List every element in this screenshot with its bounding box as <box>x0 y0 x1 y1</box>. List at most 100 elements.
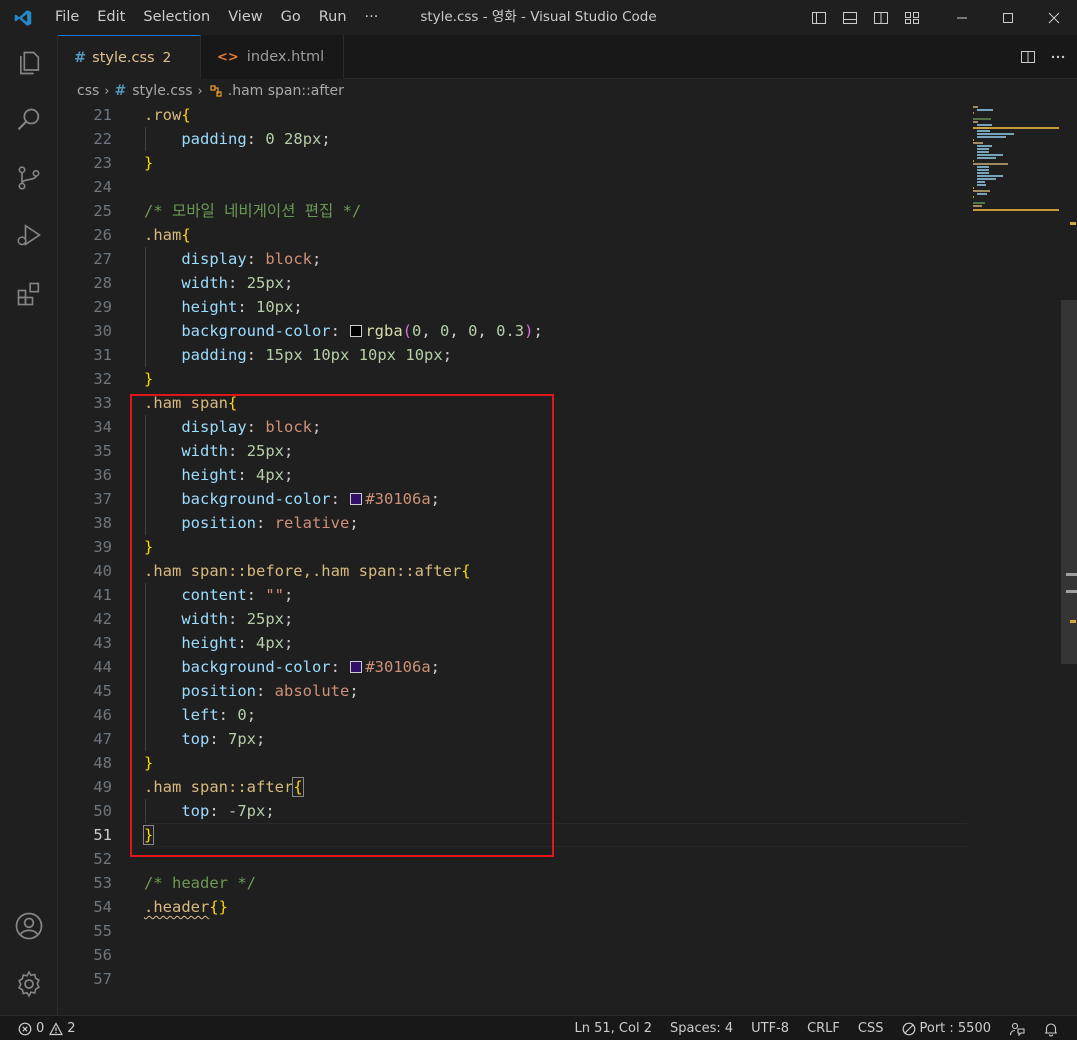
extensions-button[interactable] <box>0 270 58 318</box>
code-line[interactable]: 22 padding: 0 28px; <box>58 127 968 151</box>
line-number: 55 <box>93 922 112 940</box>
vscode-logo-icon <box>0 0 46 35</box>
code-line[interactable]: 53 /* header */ <box>58 871 968 895</box>
code-editor[interactable]: 21 .row{22 padding: 0 28px; 23} 24 25/* 모바일 … <box>58 103 1077 1015</box>
line-number: 36 <box>93 466 112 484</box>
line-number: 47 <box>93 730 112 748</box>
files-icon <box>20 51 40 75</box>
code-line[interactable]: 32} <box>58 367 968 391</box>
color-swatch[interactable] <box>350 325 363 337</box>
line-number: 31 <box>93 346 112 364</box>
minimap-line <box>977 109 993 111</box>
run-debug-button[interactable] <box>0 211 58 259</box>
search-button[interactable] <box>0 96 58 144</box>
minimize-icon <box>957 17 967 18</box>
code-line[interactable]: 21 .row{ <box>58 103 968 127</box>
editor-tabs: # style.css 2 <> index.html <box>58 35 1077 79</box>
minimap-line <box>977 145 992 147</box>
line-number: 34 <box>93 418 112 436</box>
minimap-line <box>973 190 990 192</box>
minimap-line <box>977 193 987 195</box>
code-line[interactable]: 28 width: 25px; <box>58 271 968 295</box>
line-number: 28 <box>93 274 112 292</box>
scrollbar-warning-marker <box>1070 222 1076 225</box>
split-editor-icon <box>1021 51 1035 63</box>
code-text: .header{} <box>144 898 228 916</box>
minimap-line <box>973 142 983 144</box>
minimap-line <box>973 106 978 108</box>
minimap-line <box>977 157 996 159</box>
minimap-line <box>973 160 974 162</box>
code-line[interactable]: 56 <box>58 943 968 967</box>
code-line[interactable]: 57 <box>58 967 968 991</box>
accounts-button[interactable] <box>0 902 58 950</box>
close-button[interactable] <box>1031 0 1077 35</box>
maximize-button[interactable] <box>985 0 1031 35</box>
tab-index-html[interactable]: <> index.html <box>201 35 344 79</box>
menu-run[interactable]: Run <box>310 0 356 35</box>
menu-go[interactable]: Go <box>272 0 310 35</box>
code-line[interactable]: 54 .header{} <box>58 895 968 919</box>
split-editor-button[interactable] <box>1013 35 1043 79</box>
line-number: 51 <box>93 826 112 844</box>
minimap-line <box>973 205 982 207</box>
manage-button[interactable] <box>0 960 58 1008</box>
code-line[interactable]: 55 <box>58 919 968 943</box>
language-mode[interactable]: CSS <box>849 1016 893 1040</box>
line-number: 24 <box>93 178 112 196</box>
toggle-primary-sidebar-button[interactable] <box>803 0 834 35</box>
line-number: 23 <box>93 154 112 172</box>
bell-icon <box>1045 1022 1057 1036</box>
code-text: .ham{ <box>144 226 191 244</box>
breadcrumb-file[interactable]: style.css <box>132 83 192 99</box>
code-line[interactable]: 26 .ham{ <box>58 223 968 247</box>
chevron-right-icon: › <box>104 83 110 99</box>
cursor-position[interactable]: Ln 51, Col 2 <box>566 1016 661 1040</box>
tab-style-css[interactable]: # style.css 2 <box>58 35 201 79</box>
code-line[interactable]: 29 height: 10px; <box>58 295 968 319</box>
minimap-line <box>977 124 992 126</box>
code-line[interactable]: 25 /* 모바일 네비게이션 편집 */ <box>58 199 968 223</box>
minimap[interactable] <box>973 103 1063 223</box>
code-line[interactable]: 31 padding: 15px 10px 10px 10px; <box>58 343 968 367</box>
encoding[interactable]: UTF-8 <box>742 1016 798 1040</box>
line-number: 35 <box>93 442 112 460</box>
menu-file[interactable]: File <box>46 0 88 35</box>
customize-layout-button[interactable] <box>896 0 927 35</box>
code-line[interactable]: 27 display: block; <box>58 247 968 271</box>
explorer-button[interactable] <box>0 39 58 87</box>
code-line[interactable]: 24 <box>58 175 968 199</box>
line-number: 30 <box>93 322 112 340</box>
problems-status[interactable]: 0 2 <box>18 1016 85 1040</box>
feedback-button[interactable] <box>1000 1016 1034 1040</box>
breadcrumb-folder[interactable]: css <box>77 83 99 99</box>
minimap-line <box>977 130 990 132</box>
code-line[interactable]: 30 background-color: rgba(0, 0, 0, 0.3); <box>58 319 968 343</box>
toggle-panel-button[interactable] <box>834 0 865 35</box>
live-server-port[interactable]: Port : 5500 <box>893 1016 1001 1040</box>
source-control-button[interactable] <box>0 154 58 202</box>
breadcrumb-symbol[interactable]: .ham span::after <box>228 83 344 99</box>
menu-edit[interactable]: Edit <box>88 0 134 35</box>
html-file-icon: <> <box>217 49 239 65</box>
menu-view[interactable]: View <box>219 0 271 35</box>
scrollbar-cursor-marker <box>1066 573 1077 576</box>
end-of-line[interactable]: CRLF <box>798 1016 849 1040</box>
tab-label: index.html <box>246 49 325 65</box>
css-file-icon: # <box>74 49 87 66</box>
line-number: 53 <box>93 874 112 892</box>
ellipsis-icon <box>1051 55 1065 59</box>
menu-selection[interactable]: Selection <box>134 0 219 35</box>
indentation[interactable]: Spaces: 4 <box>661 1016 742 1040</box>
minimap-line <box>973 202 985 204</box>
more-actions-button[interactable] <box>1043 35 1073 79</box>
minimize-button[interactable] <box>939 0 985 35</box>
scrollbar-thumb[interactable] <box>1061 300 1077 664</box>
notifications-button[interactable] <box>1034 1016 1077 1040</box>
code-line[interactable]: 23} <box>58 151 968 175</box>
menu-more[interactable]: ··· <box>356 0 388 35</box>
minimap-line <box>977 169 989 171</box>
minimap-line <box>977 181 985 183</box>
line-number: 32 <box>93 370 112 388</box>
toggle-secondary-sidebar-button[interactable] <box>865 0 896 35</box>
